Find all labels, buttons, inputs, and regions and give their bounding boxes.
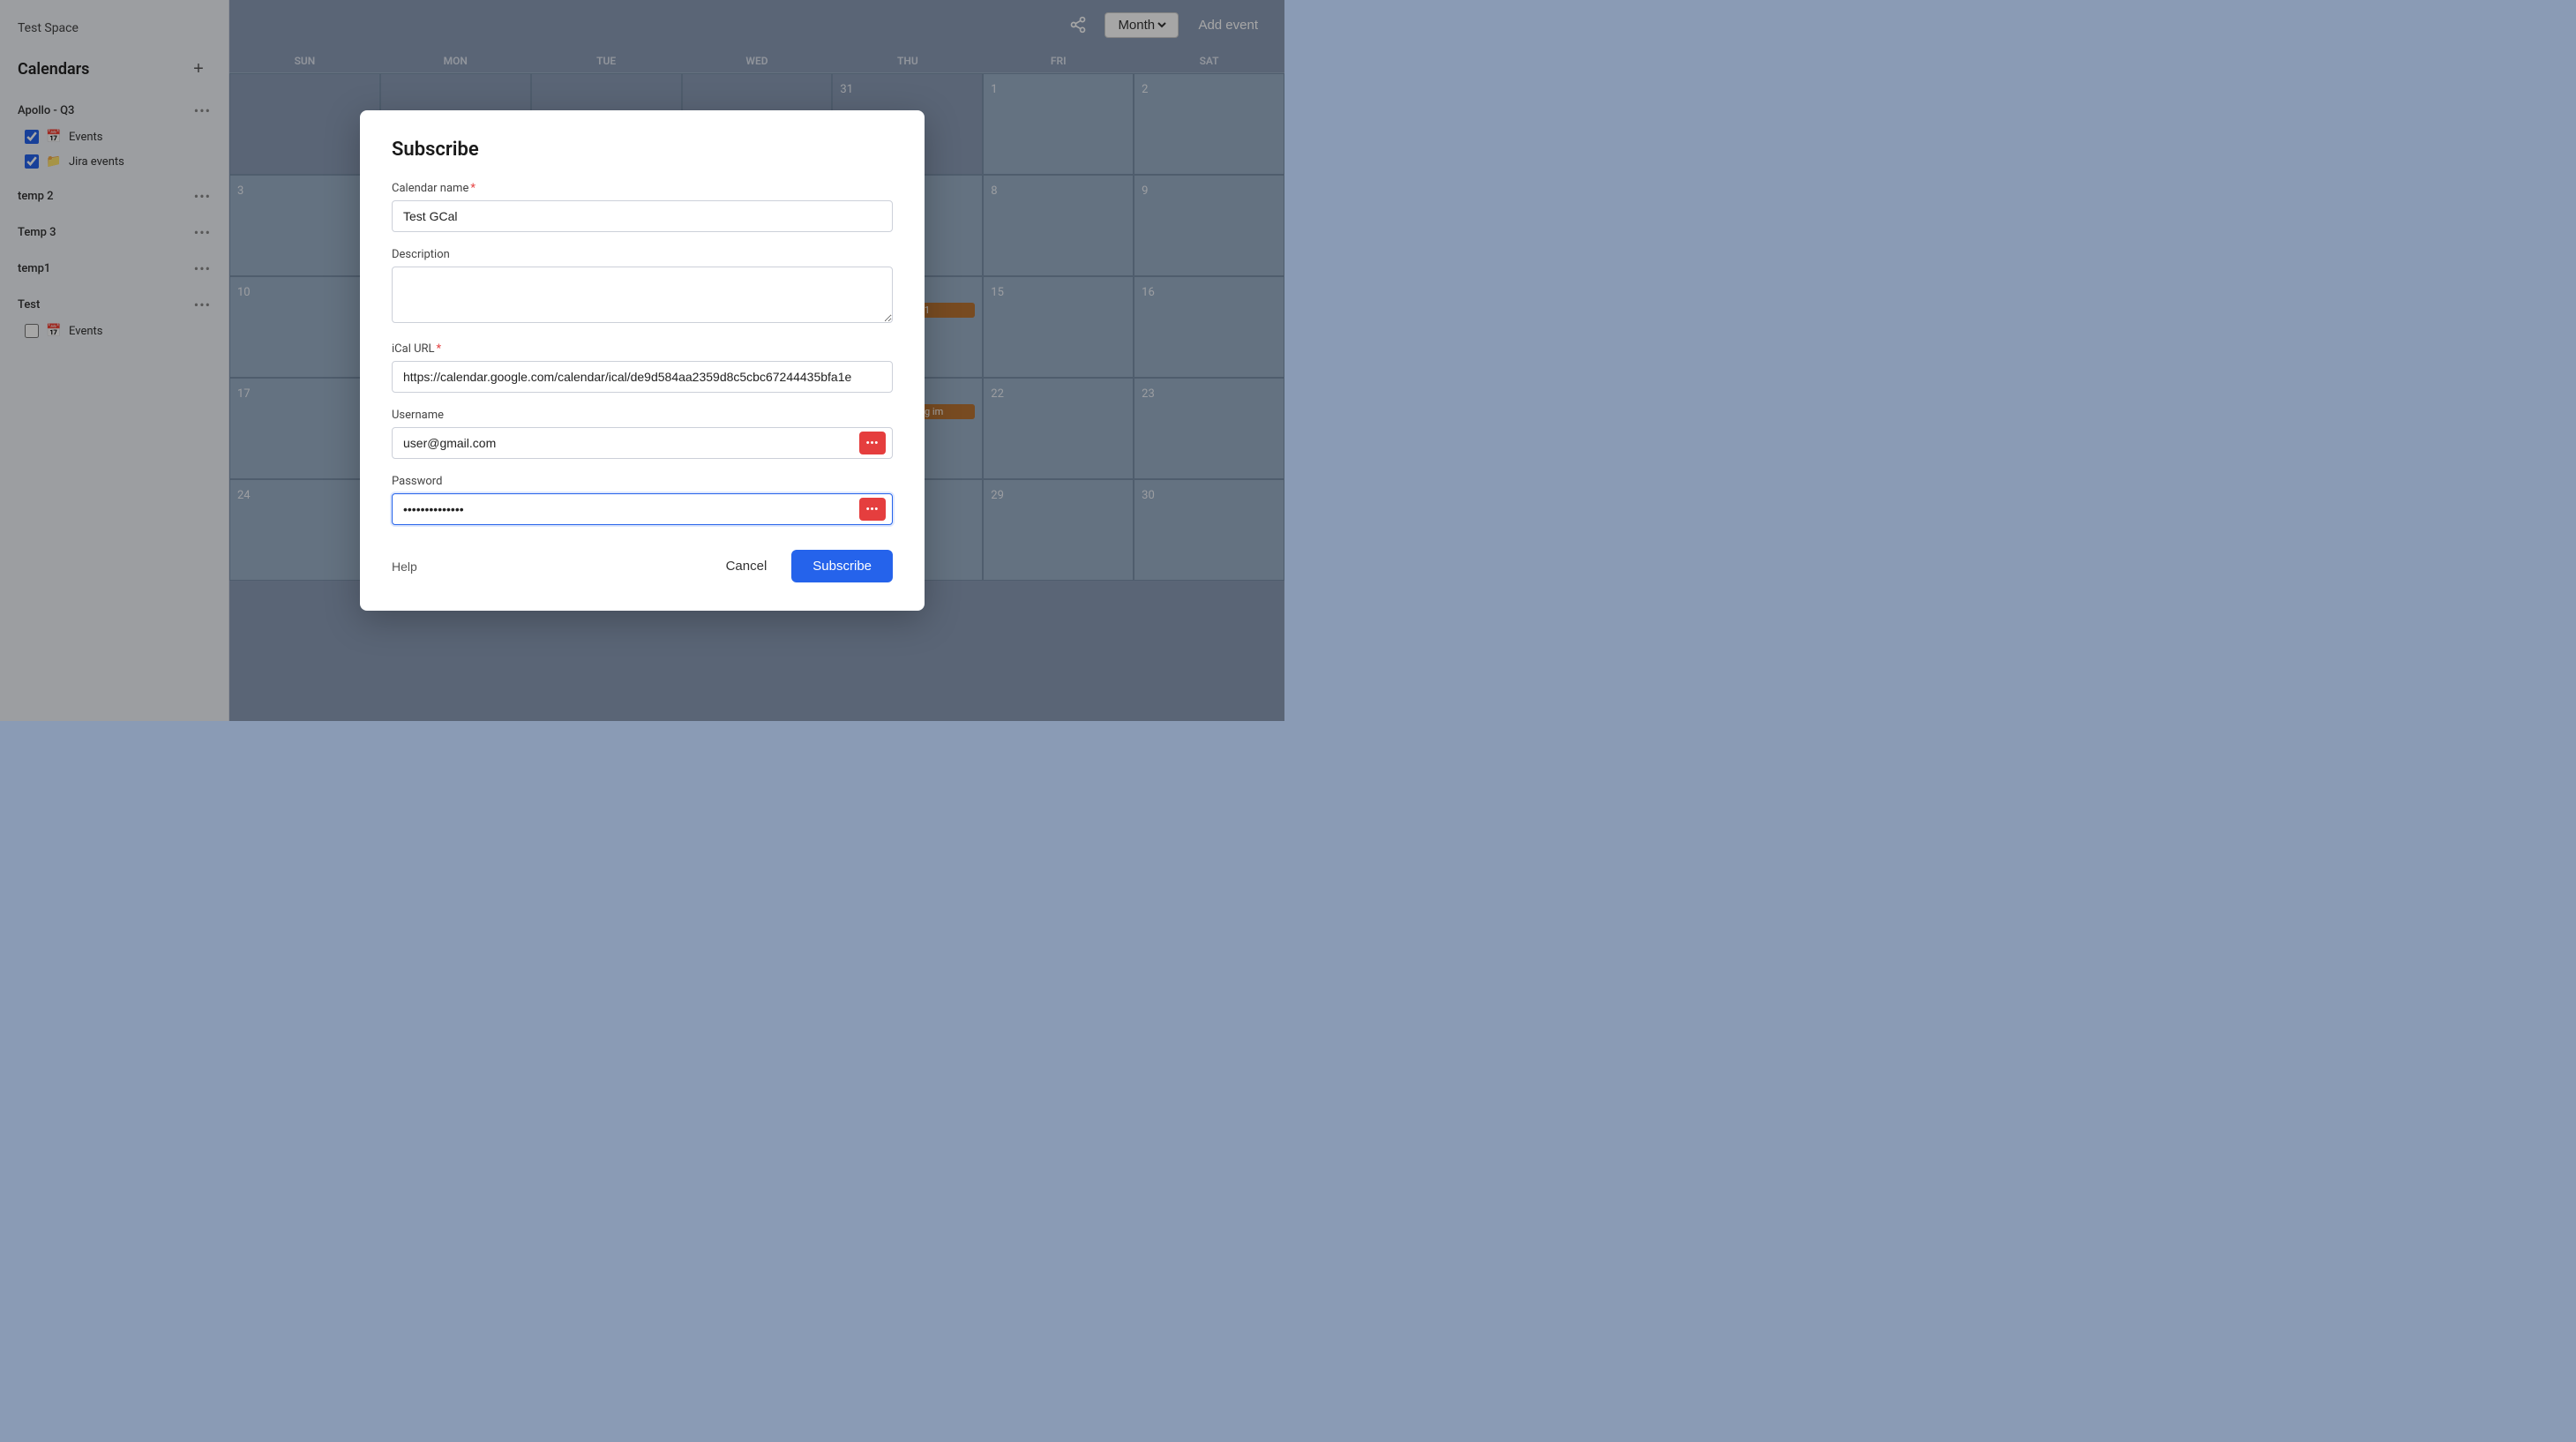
help-button[interactable]: Help [392,560,417,574]
username-input-wrap: ••• [392,427,893,459]
modal-title: Subscribe [392,139,893,161]
required-star-2: * [437,342,442,356]
required-star: * [470,182,476,195]
description-group: Description [392,248,893,327]
calendar-name-input[interactable] [392,200,893,232]
password-group: Password ••• [392,475,893,525]
ical-url-input[interactable] [392,361,893,393]
description-label: Description [392,248,893,261]
subscribe-button[interactable]: Subscribe [791,550,893,582]
ical-url-label: iCal URL* [392,342,893,356]
modal-footer: Help Cancel Subscribe [392,550,893,582]
calendar-name-group: Calendar name* [392,182,893,232]
modal-overlay: Subscribe Calendar name* Description iCa… [0,0,1284,721]
password-input[interactable] [392,493,893,525]
username-toggle-button[interactable]: ••• [859,432,886,454]
footer-actions: Cancel Subscribe [712,550,893,582]
description-input[interactable] [392,267,893,323]
subscribe-modal: Subscribe Calendar name* Description iCa… [360,110,925,611]
cancel-button[interactable]: Cancel [712,552,782,581]
password-label: Password [392,475,893,488]
username-input[interactable] [392,427,893,459]
ical-url-group: iCal URL* [392,342,893,393]
username-group: Username ••• [392,409,893,459]
username-label: Username [392,409,893,422]
calendar-name-label: Calendar name* [392,182,893,195]
password-toggle-button[interactable]: ••• [859,498,886,521]
password-input-wrap: ••• [392,493,893,525]
